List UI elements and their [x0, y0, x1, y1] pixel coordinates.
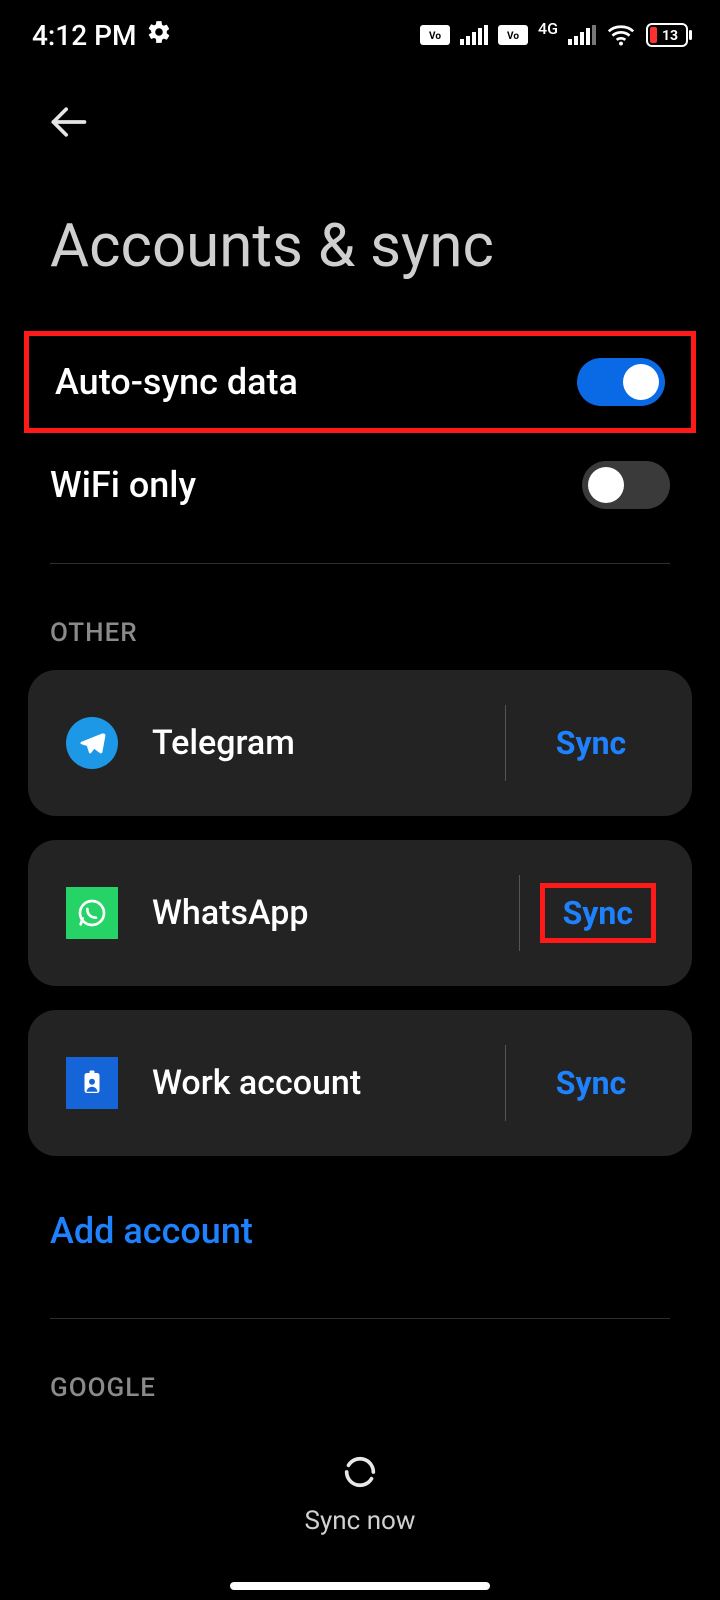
- section-header-other: OTHER: [0, 564, 720, 670]
- work-badge-icon: [64, 1055, 120, 1111]
- whatsapp-icon: [64, 885, 120, 941]
- status-time: 4:12 PM: [32, 19, 136, 52]
- setting-label: WiFi only: [50, 464, 582, 506]
- account-name: Work account: [152, 1063, 497, 1103]
- status-bar: 4:12 PM Vo Vo 4G: [0, 0, 720, 70]
- battery-percent: 13: [662, 28, 678, 44]
- toggle-switch[interactable]: [582, 461, 670, 509]
- sync-now-label: Sync now: [305, 1506, 416, 1536]
- battery-icon: 13: [646, 23, 692, 47]
- divider: [505, 705, 506, 781]
- settings-gear-icon: [146, 19, 172, 52]
- toggle-switch[interactable]: [577, 358, 665, 406]
- divider: [505, 1045, 506, 1121]
- sync-now-button[interactable]: Sync now: [0, 1426, 720, 1562]
- back-button[interactable]: [40, 94, 96, 150]
- sync-icon: [340, 1452, 380, 1496]
- sync-button[interactable]: Sync: [563, 894, 633, 932]
- wifi-icon: [606, 24, 636, 46]
- network-type-label: 4G: [538, 21, 558, 37]
- volte-badge-icon: Vo: [420, 25, 450, 45]
- status-right: Vo Vo 4G: [420, 23, 692, 47]
- account-row-work[interactable]: Work account Sync: [28, 1010, 692, 1156]
- status-left: 4:12 PM: [32, 19, 172, 52]
- account-name: Telegram: [152, 723, 497, 763]
- sync-button[interactable]: Sync: [526, 1064, 656, 1102]
- volte-badge-icon: Vo: [498, 25, 528, 45]
- svg-text:Vo: Vo: [429, 31, 441, 42]
- account-row-telegram[interactable]: Telegram Sync: [28, 670, 692, 816]
- signal-bars-icon: [460, 25, 488, 45]
- section-header-google: GOOGLE: [0, 1319, 720, 1425]
- divider: [519, 875, 520, 951]
- setting-label: Auto-sync data: [55, 361, 577, 403]
- home-indicator[interactable]: [230, 1582, 490, 1590]
- page-title: Accounts & sync: [0, 150, 720, 331]
- account-row-whatsapp[interactable]: WhatsApp Sync: [28, 840, 692, 986]
- arrow-left-icon: [46, 100, 90, 144]
- account-name: WhatsApp: [152, 893, 511, 933]
- signal-bars-icon: [568, 25, 596, 45]
- sync-button[interactable]: Sync: [526, 724, 656, 762]
- setting-autosync-data[interactable]: Auto-sync data: [24, 331, 696, 433]
- svg-text:Vo: Vo: [507, 31, 519, 42]
- telegram-icon: [64, 715, 120, 771]
- setting-wifi-only[interactable]: WiFi only: [0, 433, 720, 537]
- add-account-button[interactable]: Add account: [0, 1180, 720, 1292]
